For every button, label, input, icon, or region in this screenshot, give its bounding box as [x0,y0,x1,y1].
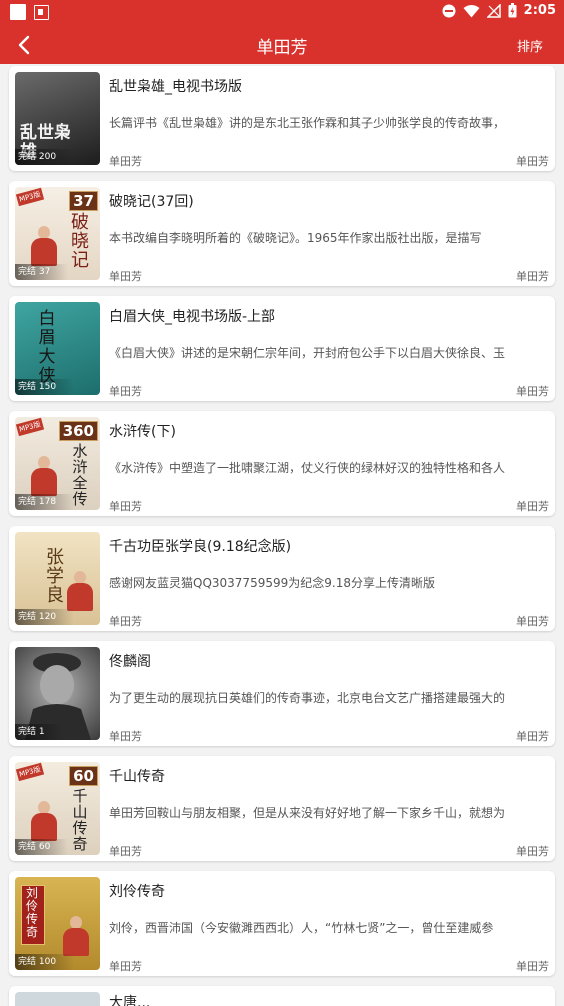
album-list: 乱世枭雄 完结 200 乱世枭雄_电视书场版 长篇评书《乱世枭雄》讲的是东北王张… [9,66,555,1006]
do-not-disturb-icon [442,4,456,17]
battery-icon [508,3,517,18]
album-cover [15,992,100,1006]
album-title: 白眉大侠_电视书场版-上部 [109,309,276,325]
status-bar: 2:05 [0,0,564,24]
cover-title-text: 千山传奇 [72,787,88,853]
status-badge: 完结 120 [15,609,75,625]
album-title: 佟麟阁 [109,654,151,670]
album-author: 单田芳 [109,960,142,973]
album-title: 千山传奇 [109,769,165,785]
album-card[interactable]: MP3版 60 千山传奇 完结 60 千山传奇 单田芳回鞍山与朋友相聚，但是从来… [9,756,555,861]
album-card[interactable]: 完结 1 佟麟阁 为了更生动的展现抗日英雄们的传奇事迹，北京电台文艺广播搭建最强… [9,641,555,746]
no-signal-icon [486,3,501,18]
album-description: 长篇评书《乱世枭雄》讲的是东北王张作霖和其子少帅张学良的传奇故事， [109,116,506,130]
album-cover: MP3版 360 水浒全传 完结 178 [15,417,100,510]
album-author: 单田芳 [109,730,142,743]
album-title: 水浒传(下) [109,424,176,440]
title-bar: 单田芳 排序 [0,24,564,64]
clock: 2:05 [523,3,556,18]
album-narrator: 单田芳 [516,960,549,973]
album-author: 单田芳 [109,845,142,858]
album-author: 单田芳 [109,155,142,168]
album-card[interactable]: 张学良 完结 120 千古功臣张学良(9.18纪念版) 感谢网友蓝灵猫QQ303… [9,526,555,631]
album-narrator: 单田芳 [516,615,549,628]
page-title: 单田芳 [256,38,308,58]
album-cover: 刘伶传奇 完结 100 [15,877,100,970]
album-description: 《水浒传》中塑造了一批啸聚江湖，仗义行侠的绿林好汉的独特性格和各人 [109,461,506,475]
album-cover: 完结 1 [15,647,100,740]
album-narrator: 单田芳 [516,385,549,398]
mp3-tag: MP3版 [15,417,44,437]
album-narrator: 单田芳 [516,270,549,283]
cover-title-text: 刘伶传奇 [25,886,38,939]
narrator-portrait [31,226,57,266]
album-narrator: 单田芳 [516,155,549,168]
narrator-portrait [67,571,93,611]
status-badge: 完结 60 [15,839,69,855]
app-notification-icon [34,5,49,20]
album-description: 单田芳回鞍山与朋友相聚，但是从来没有好好地了解一下家乡千山，就想为 [109,806,506,820]
album-card[interactable]: MP3版 37 破晓记 完结 37 破晓记(37回) 本书改编自李晓明所着的《破… [9,181,555,286]
cover-title-text: 张学良 [46,547,64,606]
mp3-tag: MP3版 [15,187,44,207]
album-cover: 乱世枭雄 完结 200 [15,72,100,165]
status-badge: 完结 37 [15,264,69,280]
status-badge: 完结 100 [15,954,75,970]
album-narrator: 单田芳 [516,845,549,858]
album-author: 单田芳 [109,500,142,513]
episode-count-label: 60 [69,766,98,786]
album-description: 《白眉大侠》讲述的是宋朝仁宗年间，开封府包公手下以白眉大侠徐良、玉 [109,346,506,360]
narrator-portrait [63,916,89,956]
album-card[interactable]: 乱世枭雄 完结 200 乱世枭雄_电视书场版 长篇评书《乱世枭雄》讲的是东北王张… [9,66,555,171]
notification-icon [10,4,26,20]
album-cover: 张学良 完结 120 [15,532,100,625]
album-narrator: 单田芳 [516,500,549,513]
album-card[interactable]: 大唐... [9,986,555,1006]
album-title: 大唐... [109,995,151,1006]
album-title: 破晓记(37回) [109,194,194,210]
album-card[interactable]: MP3版 360 水浒全传 完结 178 水浒传(下) 《水浒传》中塑造了一批啸… [9,411,555,516]
status-badge: 完结 178 [15,494,75,510]
cover-title-text: 破晓记 [71,212,89,271]
album-description: 感谢网友蓝灵猫QQ3037759599为纪念9.18分享上传清晰版 [109,576,435,590]
status-badge: 完结 1 [15,724,63,740]
episode-count-label: 37 [69,191,98,211]
album-description: 为了更生动的展现抗日英雄们的传奇事迹，北京电台文艺广播搭建最强大的 [109,691,506,705]
album-title: 乱世枭雄_电视书场版 [109,79,242,95]
wifi-icon [463,4,480,17]
album-author: 单田芳 [109,615,142,628]
mp3-tag: MP3版 [15,762,44,782]
album-title: 千古功臣张学良(9.18纪念版) [109,539,292,555]
episode-count-label: 360 [58,421,98,441]
album-description: 本书改编自李晓明所着的《破晓记》。1965年作家出版社出版，是描写 [109,231,482,245]
status-badge: 完结 200 [15,149,75,165]
cover-title-text: 白眉大侠 [38,309,56,386]
status-badge: 完结 150 [15,379,75,395]
album-cover: MP3版 37 破晓记 完结 37 [15,187,100,280]
album-card[interactable]: 刘伶传奇 完结 100 刘伶传奇 刘伶，西晋沛国（今安徽濉西西北）人，“竹林七贤… [9,871,555,976]
sort-button[interactable]: 排序 [517,36,543,55]
narrator-portrait [31,456,57,496]
album-title: 刘伶传奇 [109,884,165,900]
album-author: 单田芳 [109,385,142,398]
album-cover: 白眉大侠 完结 150 [15,302,100,395]
album-card[interactable]: 白眉大侠 完结 150 白眉大侠_电视书场版-上部 《白眉大侠》讲述的是宋朝仁宗… [9,296,555,401]
album-description: 刘伶，西晋沛国（今安徽濉西西北）人，“竹林七贤”之一，曾仕至建威参 [109,921,494,935]
album-author: 单田芳 [109,270,142,283]
album-narrator: 单田芳 [516,730,549,743]
album-cover: MP3版 60 千山传奇 完结 60 [15,762,100,855]
narrator-portrait [31,801,57,841]
